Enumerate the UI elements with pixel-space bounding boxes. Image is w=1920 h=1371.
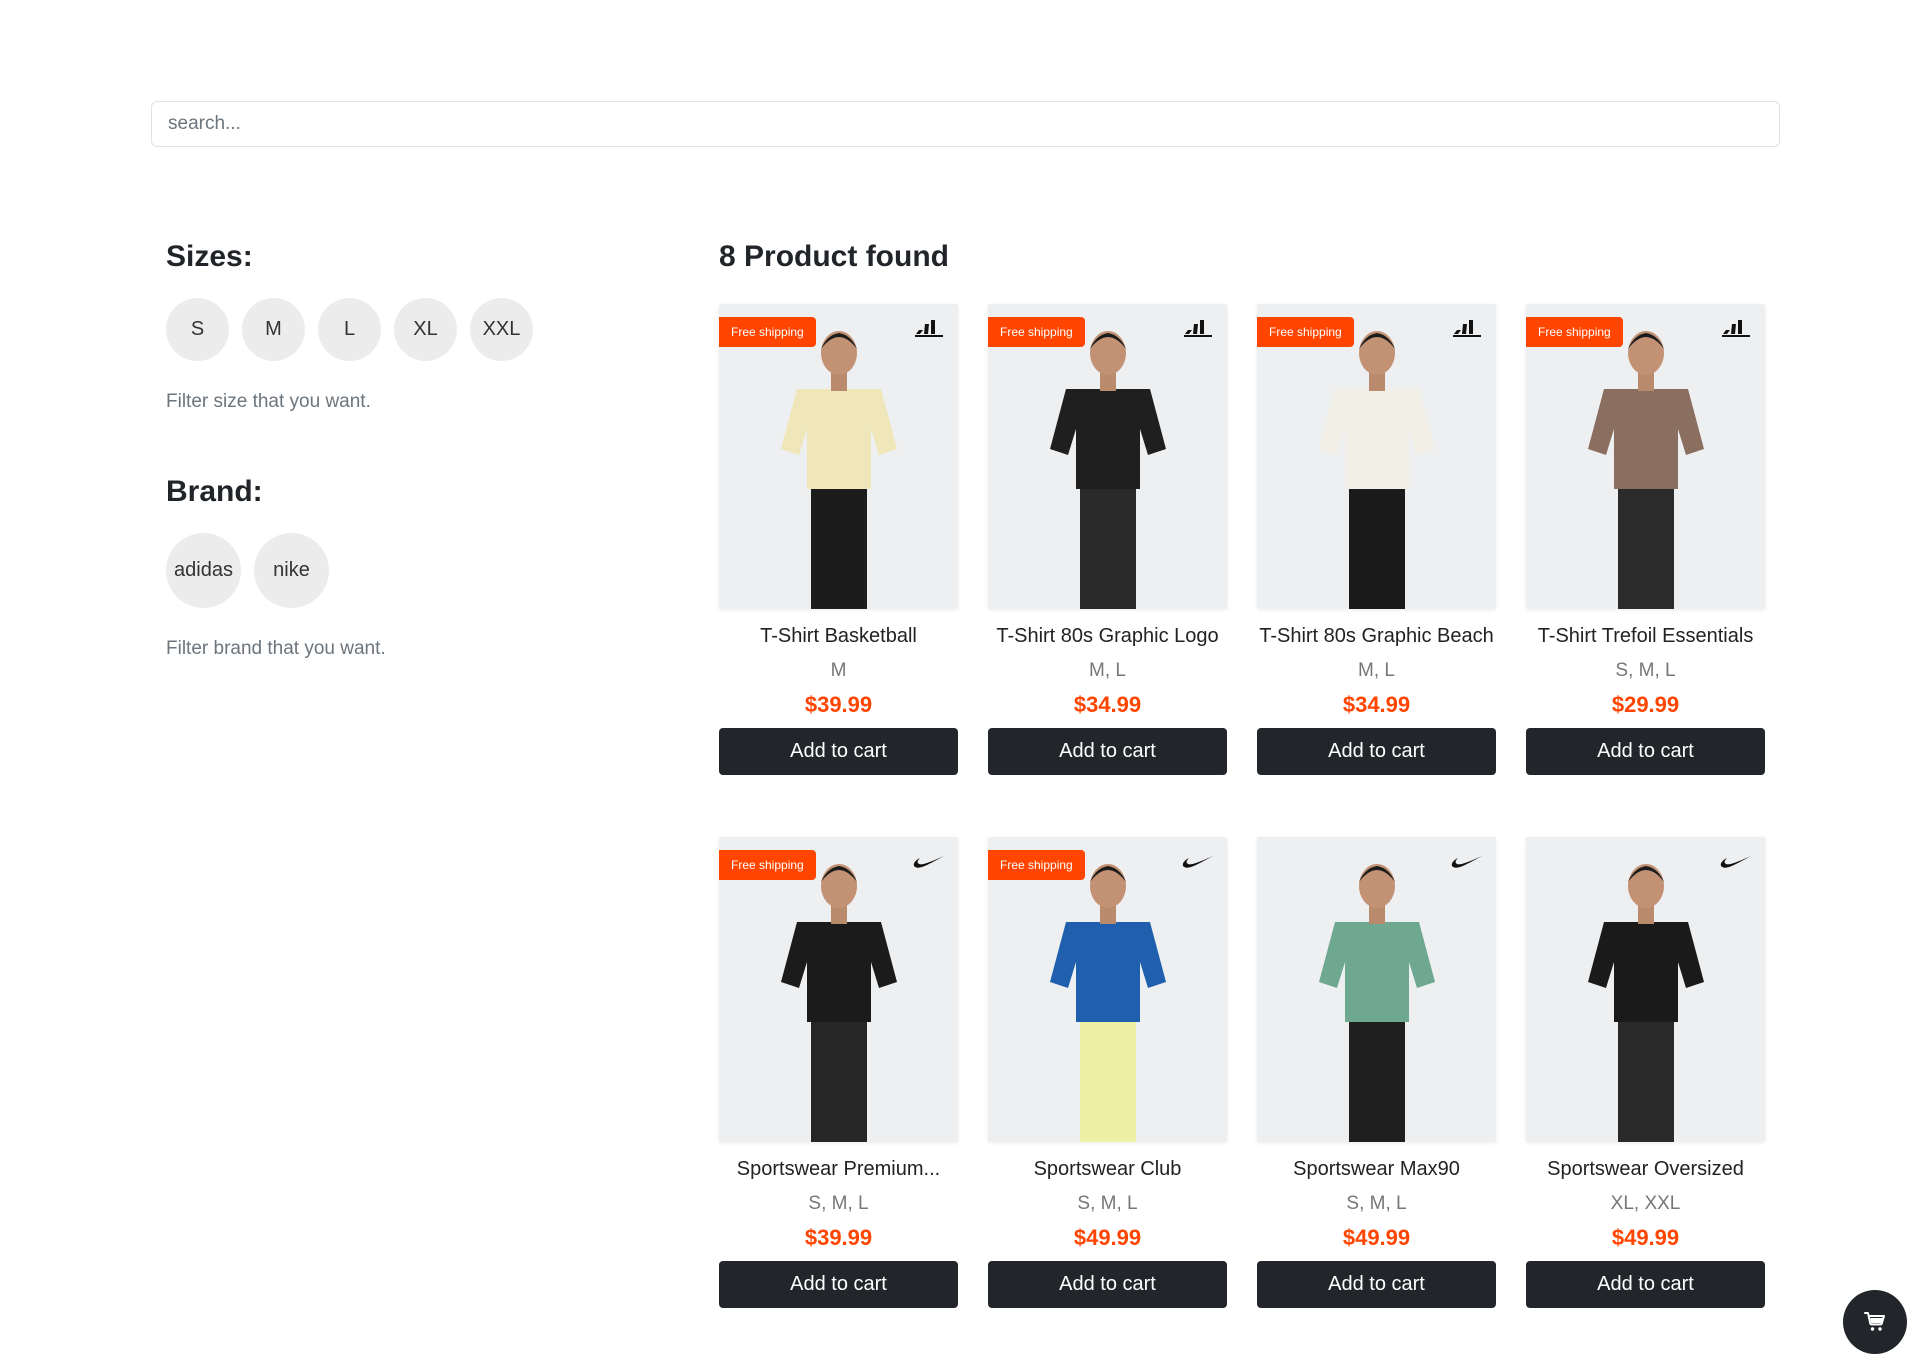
product-results: 8 Product found Free shipping T-Shirt Bas… — [719, 240, 1779, 1308]
search-bar — [151, 101, 1780, 147]
size-chip-m[interactable]: M — [242, 298, 305, 361]
product-image[interactable] — [1526, 837, 1765, 1142]
product-sizes: M, L — [1089, 660, 1126, 681]
product-sizes: XL, XXL — [1610, 1193, 1681, 1214]
brand-chip-adidas[interactable]: adidas — [166, 533, 241, 608]
product-photo — [1587, 331, 1704, 609]
free-shipping-badge: Free shipping — [988, 850, 1085, 880]
product-name: Sportswear Premium... — [736, 1158, 941, 1180]
product-grid: Free shipping T-Shirt Basketball M $39.99 Ad… — [719, 304, 1779, 1308]
nike-logo-icon — [1451, 856, 1482, 868]
shopping-cart-icon — [1864, 1312, 1885, 1331]
adidas-logo-icon — [1453, 320, 1481, 337]
size-filter-note: Filter size that you want. — [166, 391, 371, 412]
add-to-cart-button[interactable]: Add to cart — [1257, 728, 1496, 775]
product-price: $34.99 — [1073, 692, 1142, 717]
search-input[interactable] — [151, 101, 1780, 147]
add-to-cart-button[interactable]: Add to cart — [1526, 1261, 1765, 1308]
product-price: $39.99 — [804, 1225, 873, 1250]
product-card: Free shipping T-Shirt Basketball M $39.99 Ad… — [719, 304, 958, 775]
size-chip-xxl[interactable]: XXL — [470, 298, 533, 361]
product-name: Sportswear Oversized — [1547, 1158, 1744, 1180]
product-card: Sportswear Max90 S, M, L $49.99 Add to cart — [1257, 837, 1496, 1308]
product-price: $49.99 — [1342, 1225, 1411, 1250]
product-image[interactable]: Free shipping — [1526, 304, 1765, 609]
product-image[interactable]: Free shipping — [719, 304, 958, 609]
size-chip-s[interactable]: S — [166, 298, 229, 361]
product-photo — [1049, 331, 1166, 609]
free-shipping-badge: Free shipping — [1526, 317, 1623, 347]
product-photo — [1318, 864, 1435, 1142]
size-chip-xl[interactable]: XL — [394, 298, 457, 361]
product-photo — [1318, 331, 1435, 609]
size-filter: Sizes: S M L XL XXL Filter size that you… — [166, 240, 626, 413]
free-shipping-badge: Free shipping — [1257, 317, 1354, 347]
product-card: Free shipping Sportswear Premium... S, M, … — [719, 837, 958, 1308]
results-count: 8 Product found — [719, 240, 949, 273]
add-to-cart-button[interactable]: Add to cart — [1526, 728, 1765, 775]
product-name: Sportswear Max90 — [1293, 1158, 1460, 1180]
product-name: T-Shirt Basketball — [760, 625, 917, 647]
filters-sidebar: Sizes: S M L XL XXL Filter size that you… — [166, 240, 626, 660]
product-sizes: S, M, L — [1615, 660, 1676, 681]
product-card: Free shipping Sportswear Club S, M, L $49.9… — [988, 837, 1227, 1308]
product-image[interactable]: Free shipping — [988, 304, 1227, 609]
product-card: Sportswear Oversized XL, XXL $49.99 Add to … — [1526, 837, 1765, 1308]
add-to-cart-button[interactable]: Add to cart — [988, 728, 1227, 775]
product-sizes: M, L — [1358, 660, 1395, 681]
nike-logo-icon — [1182, 856, 1213, 868]
free-shipping-badge: Free shipping — [719, 317, 816, 347]
product-price: $29.99 — [1611, 692, 1680, 717]
product-photo — [1587, 864, 1704, 1142]
product-image[interactable]: Free shipping — [1257, 304, 1496, 609]
brand-filter: Brand: adidas nike Filter brand that you… — [166, 475, 626, 660]
product-photo — [780, 331, 897, 609]
size-chips: S M L XL XXL — [166, 298, 626, 361]
adidas-logo-icon — [1184, 320, 1212, 337]
brand-filter-note: Filter brand that you want. — [166, 638, 386, 659]
nike-logo-icon — [913, 856, 944, 868]
product-sizes: S, M, L — [808, 1193, 869, 1214]
product-name: T-Shirt 80s Graphic Logo — [996, 625, 1219, 647]
free-shipping-badge: Free shipping — [719, 850, 816, 880]
cart-button[interactable] — [1843, 1290, 1907, 1354]
nike-logo-icon — [1720, 856, 1751, 868]
add-to-cart-button[interactable]: Add to cart — [988, 1261, 1227, 1308]
add-to-cart-button[interactable]: Add to cart — [719, 1261, 958, 1308]
free-shipping-badge: Free shipping — [988, 317, 1085, 347]
size-filter-title: Sizes: — [166, 240, 253, 273]
adidas-logo-icon — [1722, 320, 1750, 337]
product-image[interactable]: Free shipping — [719, 837, 958, 1142]
product-name: T-Shirt 80s Graphic Beach — [1259, 625, 1494, 647]
product-image[interactable] — [1257, 837, 1496, 1142]
adidas-logo-icon — [915, 320, 943, 337]
product-card: Free shipping T-Shirt Trefoil Essentials S… — [1526, 304, 1765, 775]
product-photo — [1049, 864, 1166, 1142]
product-sizes: S, M, L — [1077, 1193, 1138, 1214]
product-card: Free shipping T-Shirt 80s Graphic Logo M, … — [988, 304, 1227, 775]
product-card: Free shipping T-Shirt 80s Graphic Beach M,… — [1257, 304, 1496, 775]
brand-chip-nike[interactable]: nike — [254, 533, 329, 608]
add-to-cart-button[interactable]: Add to cart — [719, 728, 958, 775]
product-photo — [780, 864, 897, 1142]
product-image[interactable]: Free shipping — [988, 837, 1227, 1142]
brand-filter-title: Brand: — [166, 475, 263, 508]
add-to-cart-button[interactable]: Add to cart — [1257, 1261, 1496, 1308]
product-name: T-Shirt Trefoil Essentials — [1537, 625, 1754, 647]
product-price: $34.99 — [1342, 692, 1411, 717]
size-chip-l[interactable]: L — [318, 298, 381, 361]
product-name: Sportswear Club — [1033, 1158, 1182, 1180]
product-sizes: M — [830, 660, 847, 681]
product-sizes: S, M, L — [1346, 1193, 1407, 1214]
brand-chips: adidas nike — [166, 533, 626, 608]
product-price: $49.99 — [1611, 1225, 1680, 1250]
product-price: $39.99 — [804, 692, 873, 717]
product-price: $49.99 — [1073, 1225, 1142, 1250]
